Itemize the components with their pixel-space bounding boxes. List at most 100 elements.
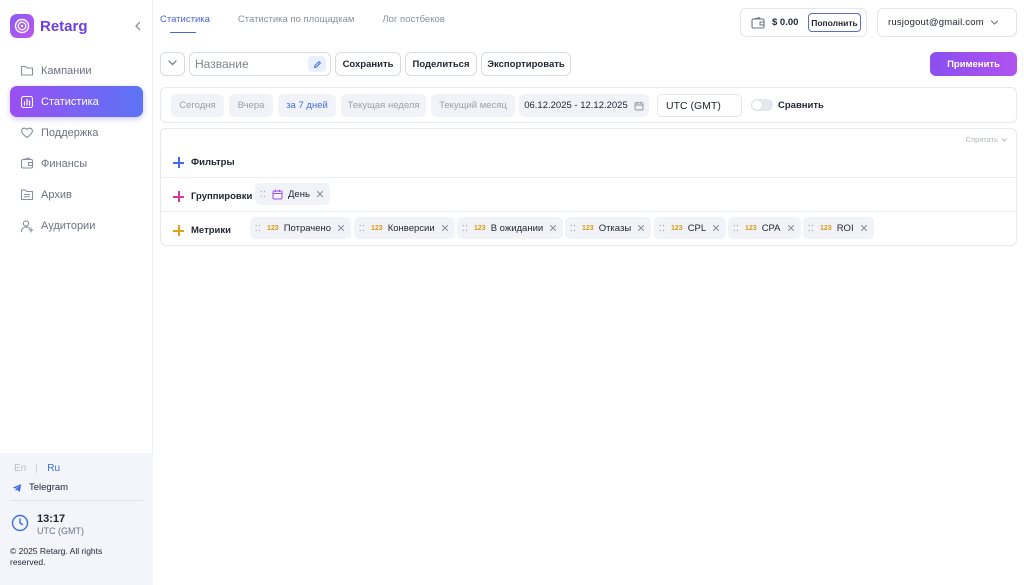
hide-panel-button[interactable]: Спрятать — [966, 135, 1008, 144]
sidebar-item-archive[interactable]: Архив — [10, 179, 143, 210]
hide-label: Спрятать — [965, 135, 998, 144]
sidebar-nav: Кампании Статистика Поддержка Финансы Ар… — [10, 55, 143, 241]
sidebar-footer: En Ru Telegram 13:17 UTC (GMT) © 2025 Re… — [0, 453, 153, 585]
grouping-tag-day[interactable]: День — [255, 183, 330, 205]
tab-postback-log[interactable]: Лог постбеков — [382, 14, 444, 33]
chart-icon — [20, 95, 34, 109]
close-icon[interactable] — [441, 224, 449, 232]
metric-label: Конверсии — [387, 222, 435, 234]
sidebar: Retarg Кампании Статистика Поддержка Фин… — [0, 0, 153, 585]
chevron-down-icon — [990, 18, 999, 27]
drag-handle-icon[interactable] — [570, 224, 576, 232]
close-icon[interactable] — [549, 224, 557, 232]
sidebar-item-campaigns[interactable]: Кампании — [10, 55, 143, 86]
add-filter-plus-icon[interactable] — [173, 157, 184, 168]
metric-tag[interactable]: 123 В ожидании — [457, 217, 564, 239]
timezone-select[interactable]: UTC (GMT) — [657, 94, 742, 117]
sidebar-item-statistics[interactable]: Статистика — [10, 86, 143, 117]
preset-today[interactable]: Сегодня — [171, 94, 224, 117]
close-icon[interactable] — [637, 224, 645, 232]
sidebar-item-label: Кампании — [41, 64, 92, 77]
preset-current-week[interactable]: Текущая неделя — [341, 94, 426, 117]
chevron-down-icon — [167, 57, 178, 71]
preset-yesterday[interactable]: Вчера — [229, 94, 273, 117]
drag-handle-icon[interactable] — [260, 190, 266, 198]
sidebar-item-label: Финансы — [41, 157, 88, 170]
metric-label: Потрачено — [283, 222, 332, 234]
top-tabs: Статистика Статистика по площадкам Лог п… — [160, 14, 473, 33]
telegram-link[interactable]: Telegram — [12, 482, 68, 493]
telegram-icon — [12, 483, 22, 493]
compare-label: Сравнить — [778, 100, 824, 111]
edit-pencil-icon[interactable] — [308, 56, 326, 72]
report-name-input[interactable] — [190, 53, 300, 75]
metric-tag[interactable]: 123 CPA — [728, 217, 801, 239]
topup-button[interactable]: Пополнить — [808, 13, 861, 32]
report-name-field — [189, 52, 331, 76]
share-button[interactable]: Поделиться — [405, 52, 477, 76]
metric-type-badge: 123 — [671, 224, 683, 232]
lang-divider — [36, 464, 38, 473]
lang-ru-button[interactable]: Ru — [47, 463, 60, 474]
drag-handle-icon[interactable] — [733, 224, 739, 232]
copyright: © 2025 Retarg. All rights reserved. — [10, 546, 103, 567]
drag-handle-icon[interactable] — [255, 224, 261, 232]
drag-handle-icon[interactable] — [359, 224, 365, 232]
close-icon[interactable] — [316, 190, 324, 198]
preset-7-days[interactable]: за 7 дней — [278, 94, 336, 117]
sidebar-item-label: Архив — [41, 188, 72, 201]
tab-statistics-by-placements[interactable]: Статистика по площадкам — [238, 14, 355, 33]
sidebar-item-label: Статистика — [41, 95, 99, 108]
heart-icon — [20, 126, 34, 140]
drag-handle-icon[interactable] — [462, 224, 468, 232]
logo-target-icon — [10, 14, 34, 38]
telegram-label: Telegram — [29, 482, 69, 493]
metric-tag[interactable]: 123 Конверсии — [354, 217, 455, 239]
lang-en-button[interactable]: En — [14, 463, 26, 474]
metric-type-badge: 123 — [582, 224, 594, 232]
tab-statistics[interactable]: Статистика — [160, 14, 210, 33]
sidebar-item-finance[interactable]: Финансы — [10, 148, 143, 179]
add-metric-plus-icon[interactable] — [173, 225, 184, 236]
metric-label: CPA — [761, 222, 781, 234]
calendar-icon — [634, 101, 644, 111]
close-icon[interactable] — [337, 224, 345, 232]
sidebar-item-support[interactable]: Поддержка — [10, 117, 143, 148]
toggle-knob — [752, 100, 762, 110]
metric-label: CPL — [687, 222, 707, 234]
drag-handle-icon[interactable] — [659, 224, 665, 232]
add-grouping-plus-icon[interactable] — [173, 191, 184, 202]
metric-tag[interactable]: 123 Потрачено — [250, 217, 352, 239]
finance-icon — [20, 157, 34, 171]
drag-handle-icon[interactable] — [808, 224, 814, 232]
folder-icon — [20, 64, 34, 78]
calendar-icon — [272, 189, 283, 200]
metric-tag[interactable]: 123 CPL — [654, 217, 727, 239]
preset-current-month[interactable]: Текущий месяц — [431, 94, 515, 117]
close-icon[interactable] — [787, 224, 795, 232]
row-divider — [161, 177, 1016, 178]
metric-tag[interactable]: 123 Отказы — [565, 217, 652, 239]
balance-amount: $ 0.00 — [772, 17, 799, 28]
metric-tag[interactable]: 123 ROI — [803, 217, 874, 239]
filters-row[interactable]: Фильтры — [173, 157, 235, 168]
audience-icon — [20, 219, 34, 233]
groupings-row: Группировки — [173, 191, 252, 202]
chevron-left-icon[interactable] — [132, 20, 144, 32]
account-dropdown[interactable]: rusjogout@gmail.com — [877, 8, 1017, 37]
compare-toggle[interactable] — [751, 99, 773, 111]
metric-type-badge: 123 — [371, 224, 383, 232]
current-time: 13:17 — [37, 513, 66, 525]
account-email: rusjogout@gmail.com — [888, 17, 984, 28]
metric-label: Отказы — [598, 222, 632, 234]
date-range-picker[interactable]: 06.12.2025 - 12.12.2025 — [519, 94, 649, 117]
save-button[interactable]: Сохранить — [335, 52, 401, 76]
close-icon[interactable] — [712, 224, 720, 232]
logo[interactable]: Retarg — [10, 14, 88, 38]
close-icon[interactable] — [860, 224, 868, 232]
current-timezone: UTC (GMT) — [37, 526, 84, 536]
export-button[interactable]: Экспортировать — [481, 52, 571, 76]
sidebar-item-audiences[interactable]: Аудитории — [10, 210, 143, 241]
report-dropdown-button[interactable] — [160, 52, 185, 76]
apply-button[interactable]: Применить — [930, 52, 1017, 76]
